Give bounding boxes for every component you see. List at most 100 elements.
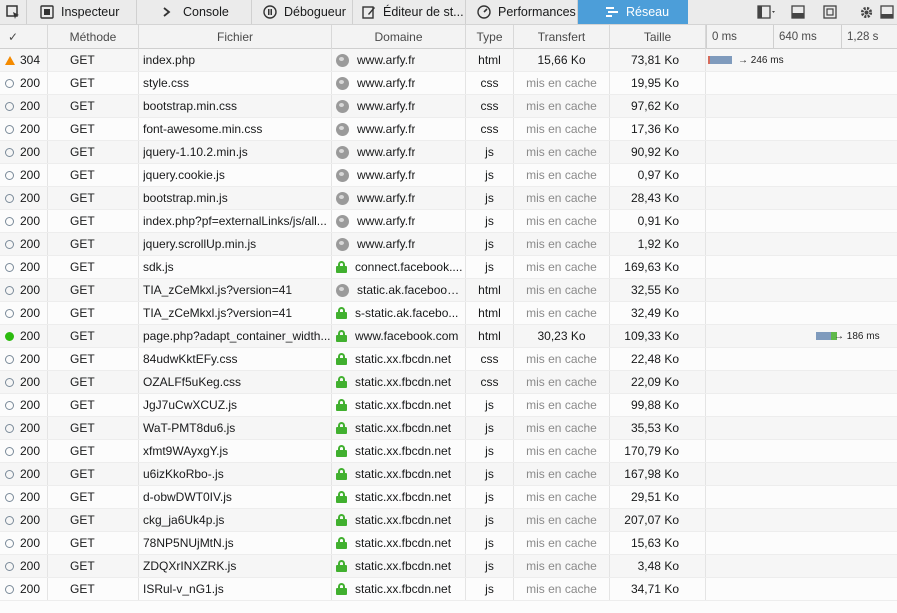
status-cell: 200	[0, 95, 48, 117]
table-row[interactable]: 200 GET 84udwKktEFy.css static.xx.fbcdn.net…	[0, 348, 897, 371]
table-row[interactable]: 200 GET jquery.scrollUp.min.js www.arfy.fr j…	[0, 233, 897, 256]
status-cell: 200	[0, 417, 48, 439]
table-row[interactable]: 200 GET JgJ7uCwXCUZ.js static.xx.fbcdn.net j…	[0, 394, 897, 417]
table-row[interactable]: 200 GET bootstrap.min.js www.arfy.fr js mis e…	[0, 187, 897, 210]
status-code: 200	[20, 306, 41, 320]
dock-mode-button[interactable]	[752, 0, 782, 24]
dock-bottom-icon	[879, 5, 894, 19]
status-cell: 200	[0, 509, 48, 531]
status-cell: 200	[0, 72, 48, 94]
size-cell: 99,88 Ko	[610, 394, 706, 416]
table-row[interactable]: 200 GET page.php?adapt_container_width... w…	[0, 325, 897, 348]
table-row[interactable]: 200 GET index.php?pf=externalLinks/js/all.…	[0, 210, 897, 233]
file-cell: font-awesome.min.css	[139, 118, 332, 140]
file-cell: ckg_ja6Uk4p.js	[139, 509, 332, 531]
tab-console[interactable]: Console	[138, 0, 252, 24]
table-row[interactable]: 200 GET WaT-PMT8du6.js static.xx.fbcdn.net j…	[0, 417, 897, 440]
table-row[interactable]: 200 GET ckg_ja6Uk4p.js static.xx.fbcdn.net j…	[0, 509, 897, 532]
waterfall-cell	[706, 578, 897, 600]
column-method[interactable]: Méthode	[48, 25, 139, 49]
table-row[interactable]: 200 GET font-awesome.min.css www.arfy.fr css…	[0, 118, 897, 141]
transfer-cell: mis en cache	[514, 95, 610, 117]
table-row[interactable]: 200 GET jquery.cookie.js www.arfy.fr js mis e…	[0, 164, 897, 187]
domain-cell: connect.facebook....	[332, 256, 466, 278]
domain-name: static.xx.fbcdn.net	[355, 375, 452, 389]
domain-name: static.xx.fbcdn.net	[355, 398, 452, 412]
table-row[interactable]: 200 GET 78NP5NUjMtN.js static.xx.fbcdn.net j…	[0, 532, 897, 555]
method-cell: GET	[48, 141, 139, 163]
domain-cell: www.arfy.fr	[332, 187, 466, 209]
column-status[interactable]: ✓	[0, 25, 48, 49]
responsive-mode-button[interactable]	[818, 0, 842, 24]
domain-name: static.ak.facebook....	[357, 283, 465, 297]
cached-status-icon	[5, 193, 14, 203]
table-row[interactable]: 200 GET ZDQXrINXZRK.js static.xx.fbcdn.net j…	[0, 555, 897, 578]
domain-name: static.xx.fbcdn.net	[355, 421, 452, 435]
cached-status-icon	[5, 216, 14, 226]
warning-status-icon	[5, 55, 15, 65]
table-row[interactable]: 200 GET xfmt9WAyxgY.js static.xx.fbcdn.net j…	[0, 440, 897, 463]
request-list-header: ✓ Méthode Fichier Domaine Type Transfert…	[0, 25, 897, 49]
table-row[interactable]: 200 GET TIA_zCeMkxl.js?version=41 s-static.…	[0, 302, 897, 325]
network-icon	[605, 5, 619, 19]
split-console-button[interactable]	[786, 0, 810, 24]
column-file[interactable]: Fichier	[139, 25, 332, 49]
settings-button[interactable]	[854, 0, 878, 24]
table-row[interactable]: 200 GET bootstrap.min.css www.arfy.fr css mis…	[0, 95, 897, 118]
type-cell: html	[466, 302, 514, 324]
type-cell: css	[466, 348, 514, 370]
size-cell: 34,71 Ko	[610, 578, 706, 600]
size-cell: 29,51 Ko	[610, 486, 706, 508]
status-cell: 200	[0, 348, 48, 370]
status-cell: 200	[0, 256, 48, 278]
tab-inspector[interactable]: Inspecteur	[28, 0, 137, 24]
tab-style-editor[interactable]: Éditeur de st...	[354, 0, 466, 24]
globe-icon	[336, 76, 349, 90]
cached-status-icon	[5, 239, 14, 249]
status-cell: 200	[0, 486, 48, 508]
timing-label: → 246 ms	[738, 54, 784, 66]
table-row[interactable]: 304 GET index.php www.arfy.fr html 15,66 Ko 73…	[0, 49, 897, 72]
table-row[interactable]: 200 GET d-obwDWT0IV.js static.xx.fbcdn.net j…	[0, 486, 897, 509]
style-editor-icon	[362, 5, 376, 19]
column-type[interactable]: Type	[466, 25, 514, 49]
element-picker-button[interactable]	[0, 0, 27, 24]
table-row[interactable]: 200 GET style.css www.arfy.fr css mis en cach…	[0, 72, 897, 95]
method-cell: GET	[48, 394, 139, 416]
column-domain[interactable]: Domaine	[332, 25, 466, 49]
cached-status-icon	[5, 584, 14, 594]
tab-network[interactable]: Réseau	[578, 0, 688, 24]
file-cell: page.php?adapt_container_width...	[139, 325, 332, 347]
file-name: ISRul-v_nG1.js	[143, 582, 224, 596]
status-cell: 200	[0, 532, 48, 554]
table-row[interactable]: 200 GET ISRul-v_nG1.js static.xx.fbcdn.net j…	[0, 578, 897, 601]
dock-bottom-button[interactable]	[876, 0, 897, 24]
table-row[interactable]: 200 GET OZALFf5uKeg.css static.xx.fbcdn.net…	[0, 371, 897, 394]
domain-cell: static.xx.fbcdn.net	[332, 486, 466, 508]
column-transfer[interactable]: Transfert	[514, 25, 610, 49]
domain-cell: static.xx.fbcdn.net	[332, 394, 466, 416]
tab-performance[interactable]: Performances	[467, 0, 578, 24]
cached-status-icon	[5, 124, 14, 134]
table-row[interactable]: 200 GET jquery-1.10.2.min.js www.arfy.fr js m…	[0, 141, 897, 164]
size-cell: 97,62 Ko	[610, 95, 706, 117]
waterfall-cell	[706, 394, 897, 416]
table-row[interactable]: 200 GET TIA_zCeMkxl.js?version=41 static.ak…	[0, 279, 897, 302]
method-cell: GET	[48, 417, 139, 439]
status-code: 200	[20, 329, 41, 343]
tab-debugger[interactable]: Débogueur	[253, 0, 353, 24]
transfer-cell: mis en cache	[514, 164, 610, 186]
table-row[interactable]: 200 GET sdk.js connect.facebook.... js mis en…	[0, 256, 897, 279]
column-size[interactable]: Taille	[610, 25, 706, 49]
file-name: bootstrap.min.css	[143, 99, 238, 113]
devtools-toolbar: Inspecteur Console Débogueur Éditeur de …	[0, 0, 897, 25]
file-cell: 78NP5NUjMtN.js	[139, 532, 332, 554]
file-name: WaT-PMT8du6.js	[143, 421, 236, 435]
table-row[interactable]: 200 GET u6izKkoRbo-.js static.xx.fbcdn.net j…	[0, 463, 897, 486]
status-code: 200	[20, 76, 41, 90]
transfer-cell: mis en cache	[514, 187, 610, 209]
method-cell: GET	[48, 463, 139, 485]
type-cell: js	[466, 164, 514, 186]
domain-name: static.xx.fbcdn.net	[355, 352, 452, 366]
file-cell: bootstrap.min.js	[139, 187, 332, 209]
